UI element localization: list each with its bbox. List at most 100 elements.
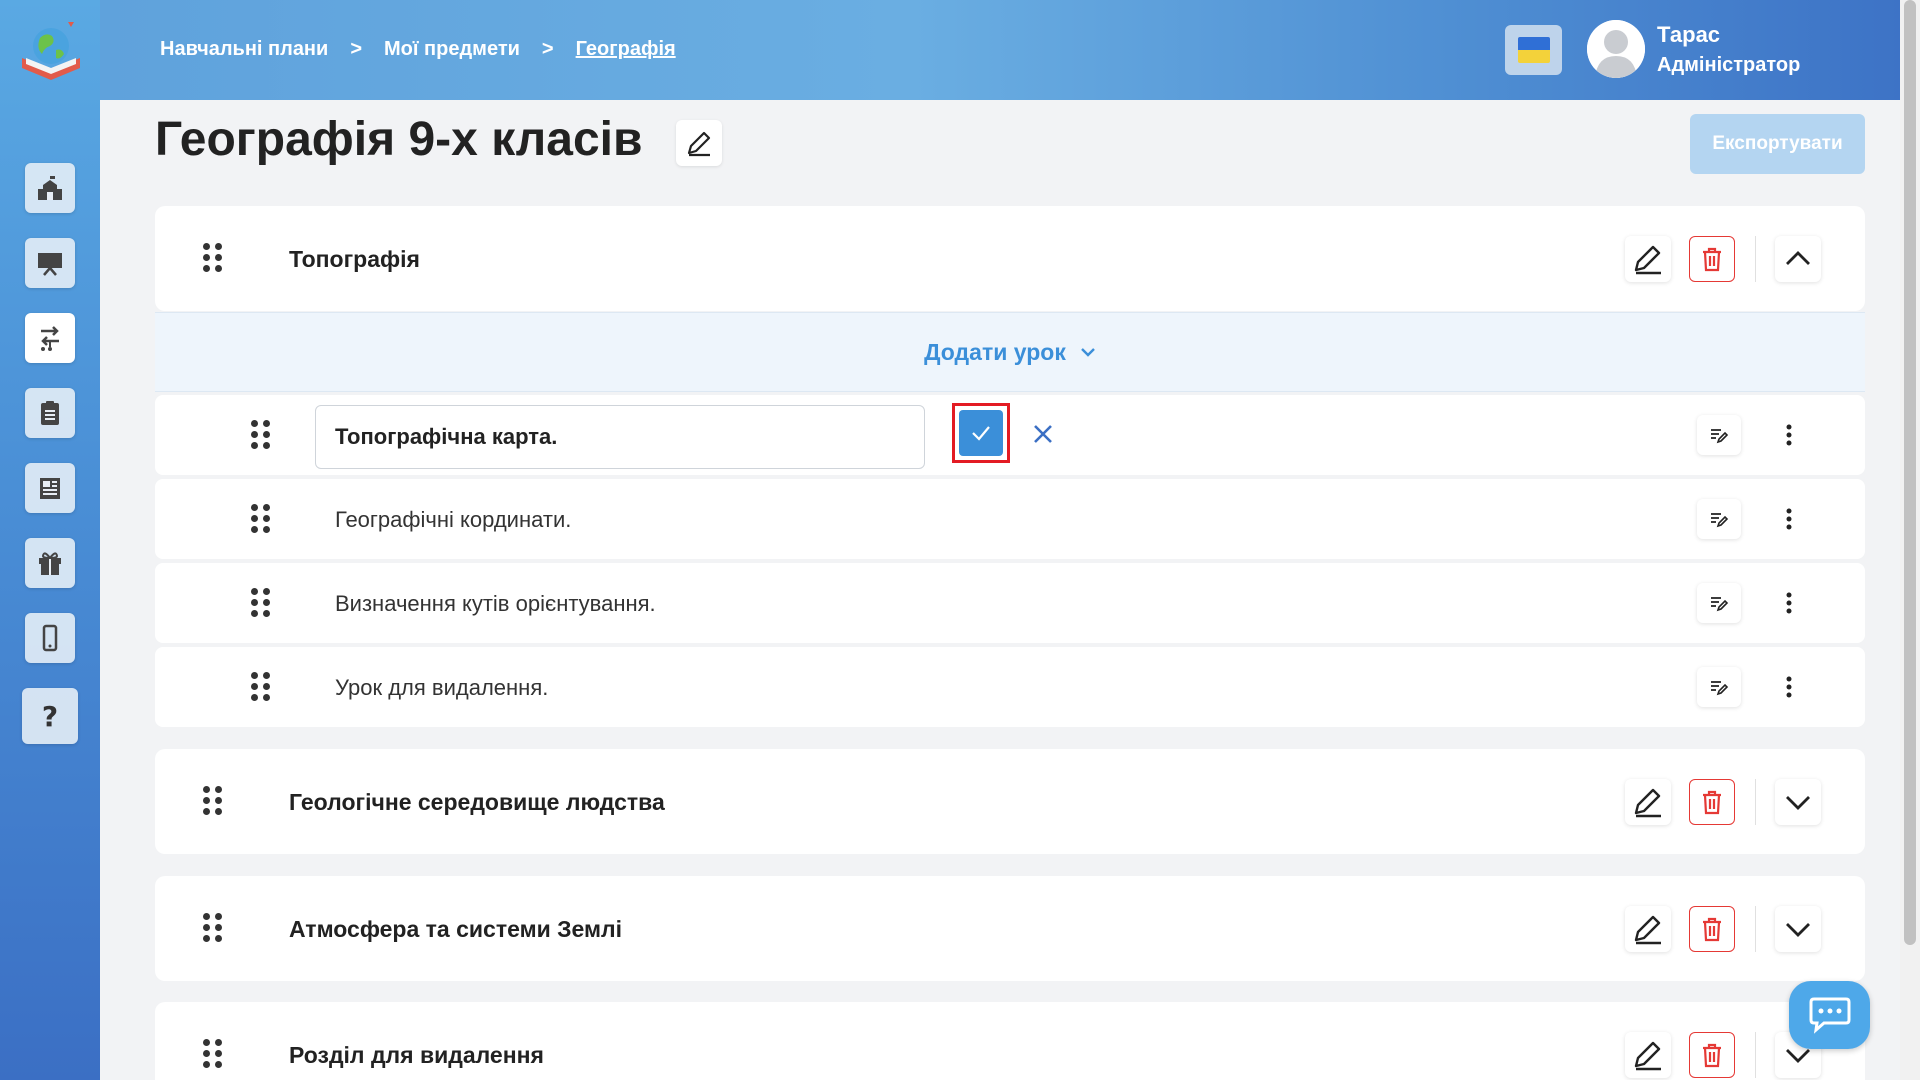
lesson-notes-button[interactable] [1697, 667, 1741, 707]
lesson-title[interactable]: Географічні кординати. [335, 507, 571, 533]
export-button[interactable]: Експортувати [1690, 114, 1865, 174]
lesson-notes-button[interactable] [1697, 499, 1741, 539]
sidebar-item-news[interactable] [25, 463, 75, 513]
close-icon [1034, 425, 1052, 443]
more-vertical-icon [1786, 424, 1792, 446]
breadcrumb-separator: > [541, 38, 554, 60]
lesson-menu-button[interactable] [1769, 583, 1809, 623]
drag-handle-icon[interactable] [251, 588, 273, 618]
section-card: Атмосфера та системи Землі [155, 876, 1865, 981]
notes-edit-icon [1711, 513, 1729, 528]
pencil-icon [687, 131, 711, 157]
mobile-icon [42, 624, 58, 652]
pencil-icon [1634, 788, 1661, 818]
expand-section-button[interactable] [1775, 906, 1821, 952]
drag-handle-icon[interactable] [251, 504, 273, 534]
trash-icon [1703, 917, 1721, 942]
edit-section-button[interactable] [1625, 779, 1671, 825]
chat-button[interactable] [1789, 981, 1870, 1049]
edit-section-button[interactable] [1625, 236, 1671, 282]
drag-handle-icon[interactable] [203, 243, 225, 273]
route-icon [41, 326, 59, 351]
divider [1755, 779, 1756, 825]
lesson-menu-button[interactable] [1769, 499, 1809, 539]
help-button[interactable]: ? [22, 688, 78, 744]
lesson-title[interactable]: Урок для видалення. [335, 675, 548, 701]
lesson-row: Визначення кутів орієнтування. [155, 563, 1865, 643]
confirm-button[interactable] [959, 410, 1003, 456]
pencil-icon [1634, 245, 1661, 275]
sidebar-item-gifts[interactable] [25, 538, 75, 588]
user-icon [1587, 20, 1645, 78]
sidebar-item-presentation[interactable] [25, 238, 75, 288]
sidebar-item-curriculum[interactable] [25, 313, 75, 363]
section-title: Розділ для видалення [289, 1042, 544, 1068]
lesson-menu-button[interactable] [1769, 667, 1809, 707]
section-title: Геологічне середовище людства [289, 789, 665, 815]
lesson-notes-button[interactable] [1697, 583, 1741, 623]
add-lesson-bar: Додати урок [155, 312, 1865, 392]
chevron-down-icon [1786, 923, 1810, 937]
sidebar-item-tasks[interactable] [25, 388, 75, 438]
breadcrumb-item-current[interactable]: Географія [576, 38, 676, 61]
scrollbar-thumb[interactable] [1904, 0, 1916, 945]
pencil-icon [1634, 1041, 1661, 1071]
edit-section-button[interactable] [1625, 906, 1671, 952]
delete-section-button[interactable] [1689, 906, 1735, 952]
logo-icon[interactable] [18, 18, 84, 84]
breadcrumb-item-plans[interactable]: Навчальні плани [160, 38, 328, 61]
sidebar-item-mobile[interactable] [25, 613, 75, 663]
drag-handle-icon[interactable] [203, 1039, 225, 1069]
trash-icon [1703, 1043, 1721, 1068]
delete-section-button[interactable] [1689, 1032, 1735, 1078]
drag-handle-icon[interactable] [251, 672, 273, 702]
sidebar-item-school[interactable] [25, 163, 75, 213]
add-lesson-label: Додати урок [924, 338, 1066, 365]
chevron-up-icon [1786, 251, 1810, 265]
lesson-notes-button[interactable] [1697, 415, 1741, 455]
notes-edit-icon [1711, 429, 1729, 444]
lesson-title[interactable]: Визначення кутів орієнтування. [335, 591, 656, 617]
section-card: Геологічне середовище людства [155, 749, 1865, 854]
check-icon [972, 426, 990, 441]
trash-icon [1703, 790, 1721, 815]
breadcrumb: Навчальні плани > Мої предмети > Географ… [160, 38, 676, 61]
lesson-title-input[interactable] [315, 405, 925, 469]
lesson-row [155, 395, 1865, 475]
user-name[interactable]: Тарас [1657, 22, 1720, 48]
lesson-menu-button[interactable] [1769, 415, 1809, 455]
breadcrumb-item-subjects[interactable]: Мої предмети [384, 38, 520, 61]
edit-section-button[interactable] [1625, 1032, 1671, 1078]
notes-edit-icon [1711, 681, 1729, 696]
drag-handle-icon[interactable] [203, 913, 225, 943]
delete-section-button[interactable] [1689, 236, 1735, 282]
language-button[interactable] [1505, 25, 1562, 75]
delete-section-button[interactable] [1689, 779, 1735, 825]
divider [1755, 1032, 1756, 1078]
user-role: Адміністратор [1657, 54, 1801, 76]
divider [1755, 236, 1756, 282]
add-lesson-button[interactable]: Додати урок [924, 339, 1096, 366]
gift-icon [39, 552, 61, 575]
collapse-section-button[interactable] [1775, 236, 1821, 282]
drag-handle-icon[interactable] [251, 420, 273, 450]
page-title: Географія 9-х класів [155, 113, 643, 166]
school-icon [38, 176, 62, 200]
lesson-row: Географічні кординати. [155, 479, 1865, 559]
newspaper-icon [40, 478, 60, 499]
expand-section-button[interactable] [1775, 779, 1821, 825]
section-title: Атмосфера та системи Землі [289, 916, 623, 942]
avatar[interactable] [1587, 20, 1645, 78]
trash-icon [1703, 247, 1721, 272]
scrollbar[interactable] [1900, 0, 1920, 1080]
section-card: Топографія [155, 206, 1865, 311]
edit-title-button[interactable] [676, 120, 722, 166]
help-icon: ? [41, 699, 59, 733]
chevron-down-icon [1080, 348, 1095, 357]
section-card: Розділ для видалення [155, 1002, 1865, 1080]
more-vertical-icon [1786, 676, 1792, 698]
chevron-down-icon [1786, 796, 1810, 810]
more-vertical-icon [1786, 508, 1792, 530]
cancel-button[interactable] [1028, 419, 1058, 449]
drag-handle-icon[interactable] [203, 786, 225, 816]
